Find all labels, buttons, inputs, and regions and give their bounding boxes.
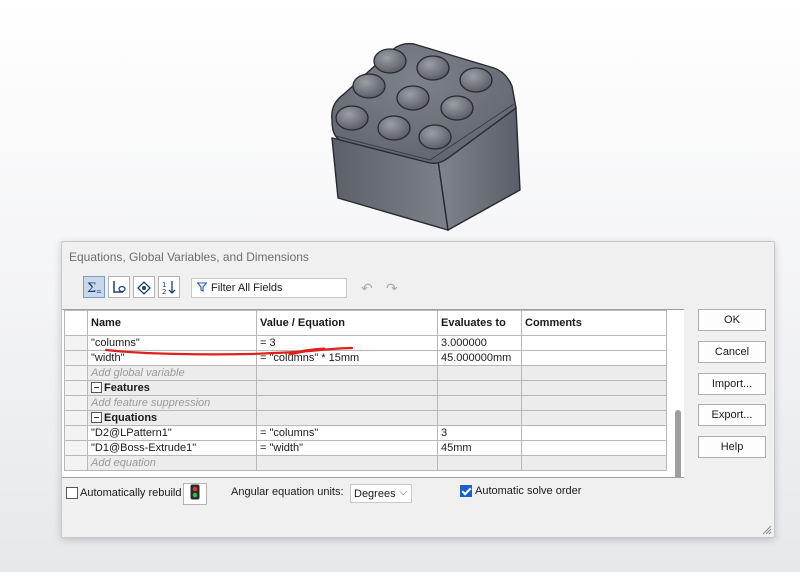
sketch-equation-view-button[interactable]: [108, 276, 130, 298]
table-row[interactable]: "D1@Boss-Extrude1" = "width" 45mm: [64, 440, 667, 456]
equation-view-button[interactable]: Σ =: [83, 276, 105, 298]
dialog-title: Equations, Global Variables, and Dimensi…: [69, 250, 309, 264]
auto-rebuild-checkbox[interactable]: [66, 487, 78, 499]
cell-evaluates: 3.000000: [437, 335, 522, 351]
column-header-value[interactable]: Value / Equation: [256, 310, 438, 336]
table-header-row: Name Value / Equation Evaluates to Comme…: [64, 310, 667, 336]
dimension-view-button[interactable]: [133, 276, 155, 298]
ok-button[interactable]: OK: [698, 309, 766, 331]
table-row[interactable]: "D2@LPattern1" = "columns" 3: [64, 425, 667, 441]
cell-comments[interactable]: [521, 425, 667, 441]
angular-units-select[interactable]: Degrees ⌵: [350, 484, 412, 503]
row-gutter: [64, 440, 88, 456]
table-row[interactable]: Add feature suppression: [64, 395, 667, 411]
section-row[interactable]: Equations: [64, 410, 667, 426]
auto-rebuild-label: Automatically rebuild: [80, 487, 182, 499]
cell-value[interactable]: = "width": [256, 440, 438, 456]
cell-evaluates: 3: [437, 425, 522, 441]
cell-comments[interactable]: [521, 350, 667, 366]
equations-label: Equations: [104, 412, 158, 424]
vertical-scrollbar[interactable]: [675, 410, 681, 477]
filter-placeholder: Filter All Fields: [211, 282, 283, 294]
svg-text:=: =: [96, 288, 102, 295]
add-feature-suppression-cell[interactable]: Add feature suppression: [87, 395, 257, 411]
chevron-down-icon: ⌵: [399, 487, 407, 498]
help-button[interactable]: Help: [698, 436, 766, 458]
dimension-view-icon: [136, 279, 152, 295]
sketch-equation-view-icon: [111, 279, 127, 295]
rebuild-button[interactable]: [183, 483, 207, 505]
row-gutter: [64, 395, 88, 411]
features-section[interactable]: Features: [87, 380, 257, 396]
row-gutter: [64, 350, 88, 366]
equations-section[interactable]: Equations: [87, 410, 257, 426]
table-row[interactable]: Add equation: [64, 455, 667, 471]
row-gutter: [64, 380, 88, 396]
table-row[interactable]: Add global variable: [64, 365, 667, 381]
cell-evaluates: 45mm: [437, 440, 522, 456]
ordered-view-icon: 12: [161, 279, 177, 295]
export-button[interactable]: Export...: [698, 404, 766, 426]
angular-units-label: Angular equation units:: [231, 486, 344, 498]
equations-table: Name Value / Equation Evaluates to Comme…: [62, 309, 684, 478]
column-header-comments[interactable]: Comments: [521, 310, 667, 336]
add-equation-cell[interactable]: Add equation: [87, 455, 257, 471]
cell-comments[interactable]: [521, 440, 667, 456]
part-model[interactable]: [0, 0, 800, 240]
section-row[interactable]: Features: [64, 380, 667, 396]
collapse-icon[interactable]: [91, 412, 102, 423]
auto-solve-order-checkbox[interactable]: [460, 485, 472, 497]
import-button[interactable]: Import...: [698, 373, 766, 395]
filter-icon: [196, 281, 208, 295]
undo-icon[interactable]: ↶: [361, 280, 373, 297]
filter-input[interactable]: Filter All Fields: [191, 278, 347, 298]
cell-evaluates: 45.000000mm: [437, 350, 522, 366]
cancel-button[interactable]: Cancel: [698, 341, 766, 363]
ordered-view-button[interactable]: 12: [158, 276, 180, 298]
row-gutter: [64, 425, 88, 441]
features-label: Features: [104, 382, 150, 394]
angular-units-value: Degrees: [354, 487, 396, 500]
cell-value[interactable]: = "columns": [256, 425, 438, 441]
graphics-viewport[interactable]: [0, 0, 800, 240]
add-global-variable-cell[interactable]: Add global variable: [87, 365, 257, 381]
svg-text:2: 2: [162, 288, 166, 295]
redo-icon[interactable]: ↷: [386, 280, 398, 297]
row-gutter: [64, 335, 88, 351]
resize-grip-icon[interactable]: [762, 525, 772, 535]
svg-text:Σ: Σ: [87, 281, 96, 295]
red-underline-annotation: [104, 346, 354, 356]
row-header-corner: [64, 310, 88, 336]
column-header-name[interactable]: Name: [87, 310, 257, 336]
cell-comments[interactable]: [521, 335, 667, 351]
cell-name[interactable]: "D2@LPattern1": [87, 425, 257, 441]
row-gutter: [64, 365, 88, 381]
auto-solve-order-label: Automatic solve order: [475, 485, 582, 497]
equations-dialog: Equations, Global Variables, and Dimensi…: [61, 241, 775, 538]
traffic-light-icon: [190, 484, 200, 505]
cell-name[interactable]: "D1@Boss-Extrude1": [87, 440, 257, 456]
row-gutter: [64, 410, 88, 426]
row-gutter: [64, 455, 88, 471]
column-header-evaluates[interactable]: Evaluates to: [437, 310, 522, 336]
collapse-icon[interactable]: [91, 382, 102, 393]
equation-view-icon: Σ =: [86, 279, 102, 295]
